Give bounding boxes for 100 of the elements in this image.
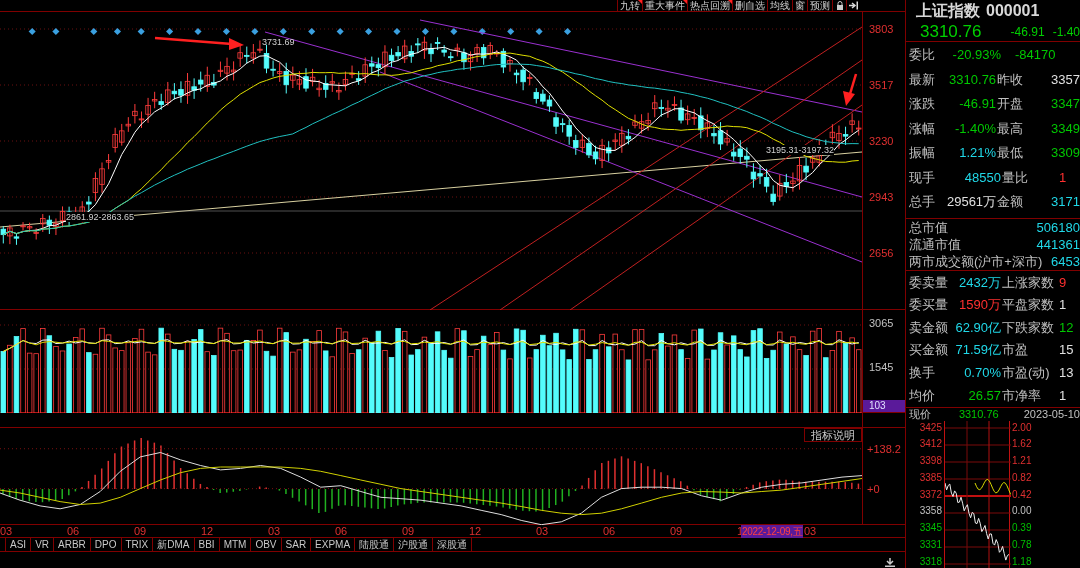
stat-value: -20.93% — [951, 45, 1001, 64]
date-tick: 03 — [268, 525, 281, 537]
stat-label: 市盈(动) — [1001, 363, 1051, 382]
indicator-tab[interactable]: EXPMA — [311, 538, 356, 551]
toolbar-button[interactable]: 均线 — [767, 0, 792, 11]
stat-value: 3171 — [1051, 193, 1080, 211]
stat-value: 1590万 — [958, 296, 1001, 315]
indicator-tab[interactable]: OBV — [251, 538, 282, 551]
date-tick: 03 — [0, 525, 13, 537]
stat-label: 卖金额 — [909, 318, 949, 337]
stat-label: 开盘 — [996, 95, 1025, 113]
stat-value: 506180 — [1036, 218, 1080, 237]
axis-label: 1.62 — [1012, 438, 1033, 451]
date-tick: 03 — [804, 525, 817, 537]
stat-value: 441361 — [1036, 235, 1080, 254]
stat-label: 昨收 — [996, 70, 1025, 89]
date-text: 2023-05-10 — [1023, 406, 1080, 422]
cursor-date-label: 2022-12-09,五 — [741, 525, 804, 538]
stat-label: 最新 — [909, 70, 936, 89]
axis-label: 3425 — [919, 421, 942, 434]
stat-label: 最高 — [996, 119, 1025, 138]
arrow-drawing — [843, 73, 858, 106]
axis-label: 3412 — [919, 438, 942, 451]
stat-value: 13 — [1059, 363, 1074, 382]
indicator-tab[interactable]: 沪股通 — [394, 538, 434, 551]
stat-value: 48550 — [963, 168, 1001, 187]
index-code: 000001 — [986, 1, 1040, 21]
toolbar-button[interactable]: 预测 — [807, 0, 832, 11]
indicator-tab[interactable]: ARBR — [54, 538, 91, 551]
indicator-tab[interactable]: ASI — [6, 538, 32, 551]
indicator-tab[interactable]: BBI — [194, 538, 220, 551]
stat-label: 涨幅 — [909, 119, 936, 138]
axis-label: +0 — [867, 482, 881, 496]
indicator-tab[interactable]: MTM — [219, 538, 252, 551]
toolbar-button[interactable]: 重大事件 — [642, 0, 687, 11]
axis-label: 2656 — [869, 246, 895, 260]
stat-label: 市盈 — [1001, 341, 1029, 360]
axis-label: 1.18 — [1012, 555, 1033, 568]
indicator-tab[interactable]: VR — [31, 538, 55, 551]
stat-label: 金额 — [996, 193, 1025, 211]
indicator-tab[interactable]: SAR — [281, 538, 312, 551]
price-annotation: 2861.92-2863.65 — [66, 212, 135, 222]
toolbar-button[interactable]: 删自选 — [732, 0, 767, 11]
axis-label: +138.2 — [867, 442, 902, 456]
lock-icon[interactable] — [832, 0, 846, 11]
date-tick: 06 — [67, 525, 80, 537]
axis-label: 1545 — [869, 360, 895, 374]
stat-value: -1.40% — [953, 119, 997, 138]
axis-label: 3517 — [869, 78, 895, 92]
volume-value: 103 — [863, 400, 905, 412]
price-change: -46.91 — [1009, 23, 1045, 41]
current-price: 3310.76 — [920, 20, 983, 43]
stat-value: 1 — [1059, 386, 1067, 405]
stat-value: 1.21% — [958, 144, 997, 162]
stat-label: 换手 — [909, 363, 936, 382]
axis-label: 0.78 — [1012, 538, 1033, 551]
date-tick: 12 — [469, 525, 482, 537]
stat-value: 9 — [1059, 273, 1067, 292]
indicator-info-button[interactable]: 指标说明 — [804, 428, 862, 442]
indicator-tab[interactable]: TRIX — [121, 538, 154, 551]
download-icon[interactable] — [885, 558, 895, 567]
stat-value: -46.91 — [958, 95, 997, 113]
price-annotation: 3731.69 — [262, 37, 295, 47]
stat-label: 平盘家数 — [1001, 296, 1055, 315]
change-percent: -1.40 — [1051, 23, 1080, 41]
axis-label: 1.21 — [1012, 455, 1033, 468]
stat-value: 2432万 — [958, 273, 1001, 292]
stat-value: 3349 — [1051, 119, 1080, 138]
indicator-tab[interactable]: DPO — [90, 538, 122, 551]
stat-value: 1 — [1059, 168, 1067, 187]
axis-label: 3803 — [869, 22, 895, 36]
stat-value: 3309 — [1051, 144, 1080, 162]
stat-value: 3357 — [1051, 70, 1080, 89]
stat-value: 29561万 — [946, 193, 997, 211]
date-tick: 12 — [201, 525, 214, 537]
axis-label: 0.82 — [1012, 471, 1033, 484]
date-tick: 09 — [134, 525, 147, 537]
stat-label: 总手 — [909, 193, 936, 211]
stat-label: 委比 — [909, 45, 936, 64]
axis-label: 2943 — [869, 190, 895, 204]
axis-label: 3398 — [919, 455, 942, 468]
stat-value: 71.59亿 — [954, 341, 1001, 360]
date-tick: 09 — [670, 525, 683, 537]
axis-label: 3358 — [919, 505, 942, 518]
stat-label: 均价 — [909, 386, 936, 405]
toolbar-button[interactable]: 热点回溯 — [687, 0, 732, 11]
axis-label: 3372 — [919, 488, 942, 501]
toolbar-button[interactable]: 九转 — [617, 0, 642, 11]
date-tick: 06 — [603, 525, 616, 537]
axis-label: 3230 — [869, 134, 895, 148]
indicator-tab[interactable]: 深股通 — [433, 538, 473, 551]
axis-label: 3318 — [919, 555, 942, 568]
toolbar-button[interactable]: 窗 — [792, 0, 807, 11]
indicator-tab[interactable]: 陆股通 — [355, 538, 395, 551]
indicator-tab[interactable]: 新DMA — [153, 538, 195, 551]
stat-label: 委买量 — [909, 296, 949, 315]
axis-label: 0.42 — [1012, 488, 1033, 501]
stat-label: 下跌家数 — [1001, 318, 1055, 337]
axis-label: 3345 — [919, 522, 942, 535]
exit-icon[interactable] — [846, 0, 860, 11]
